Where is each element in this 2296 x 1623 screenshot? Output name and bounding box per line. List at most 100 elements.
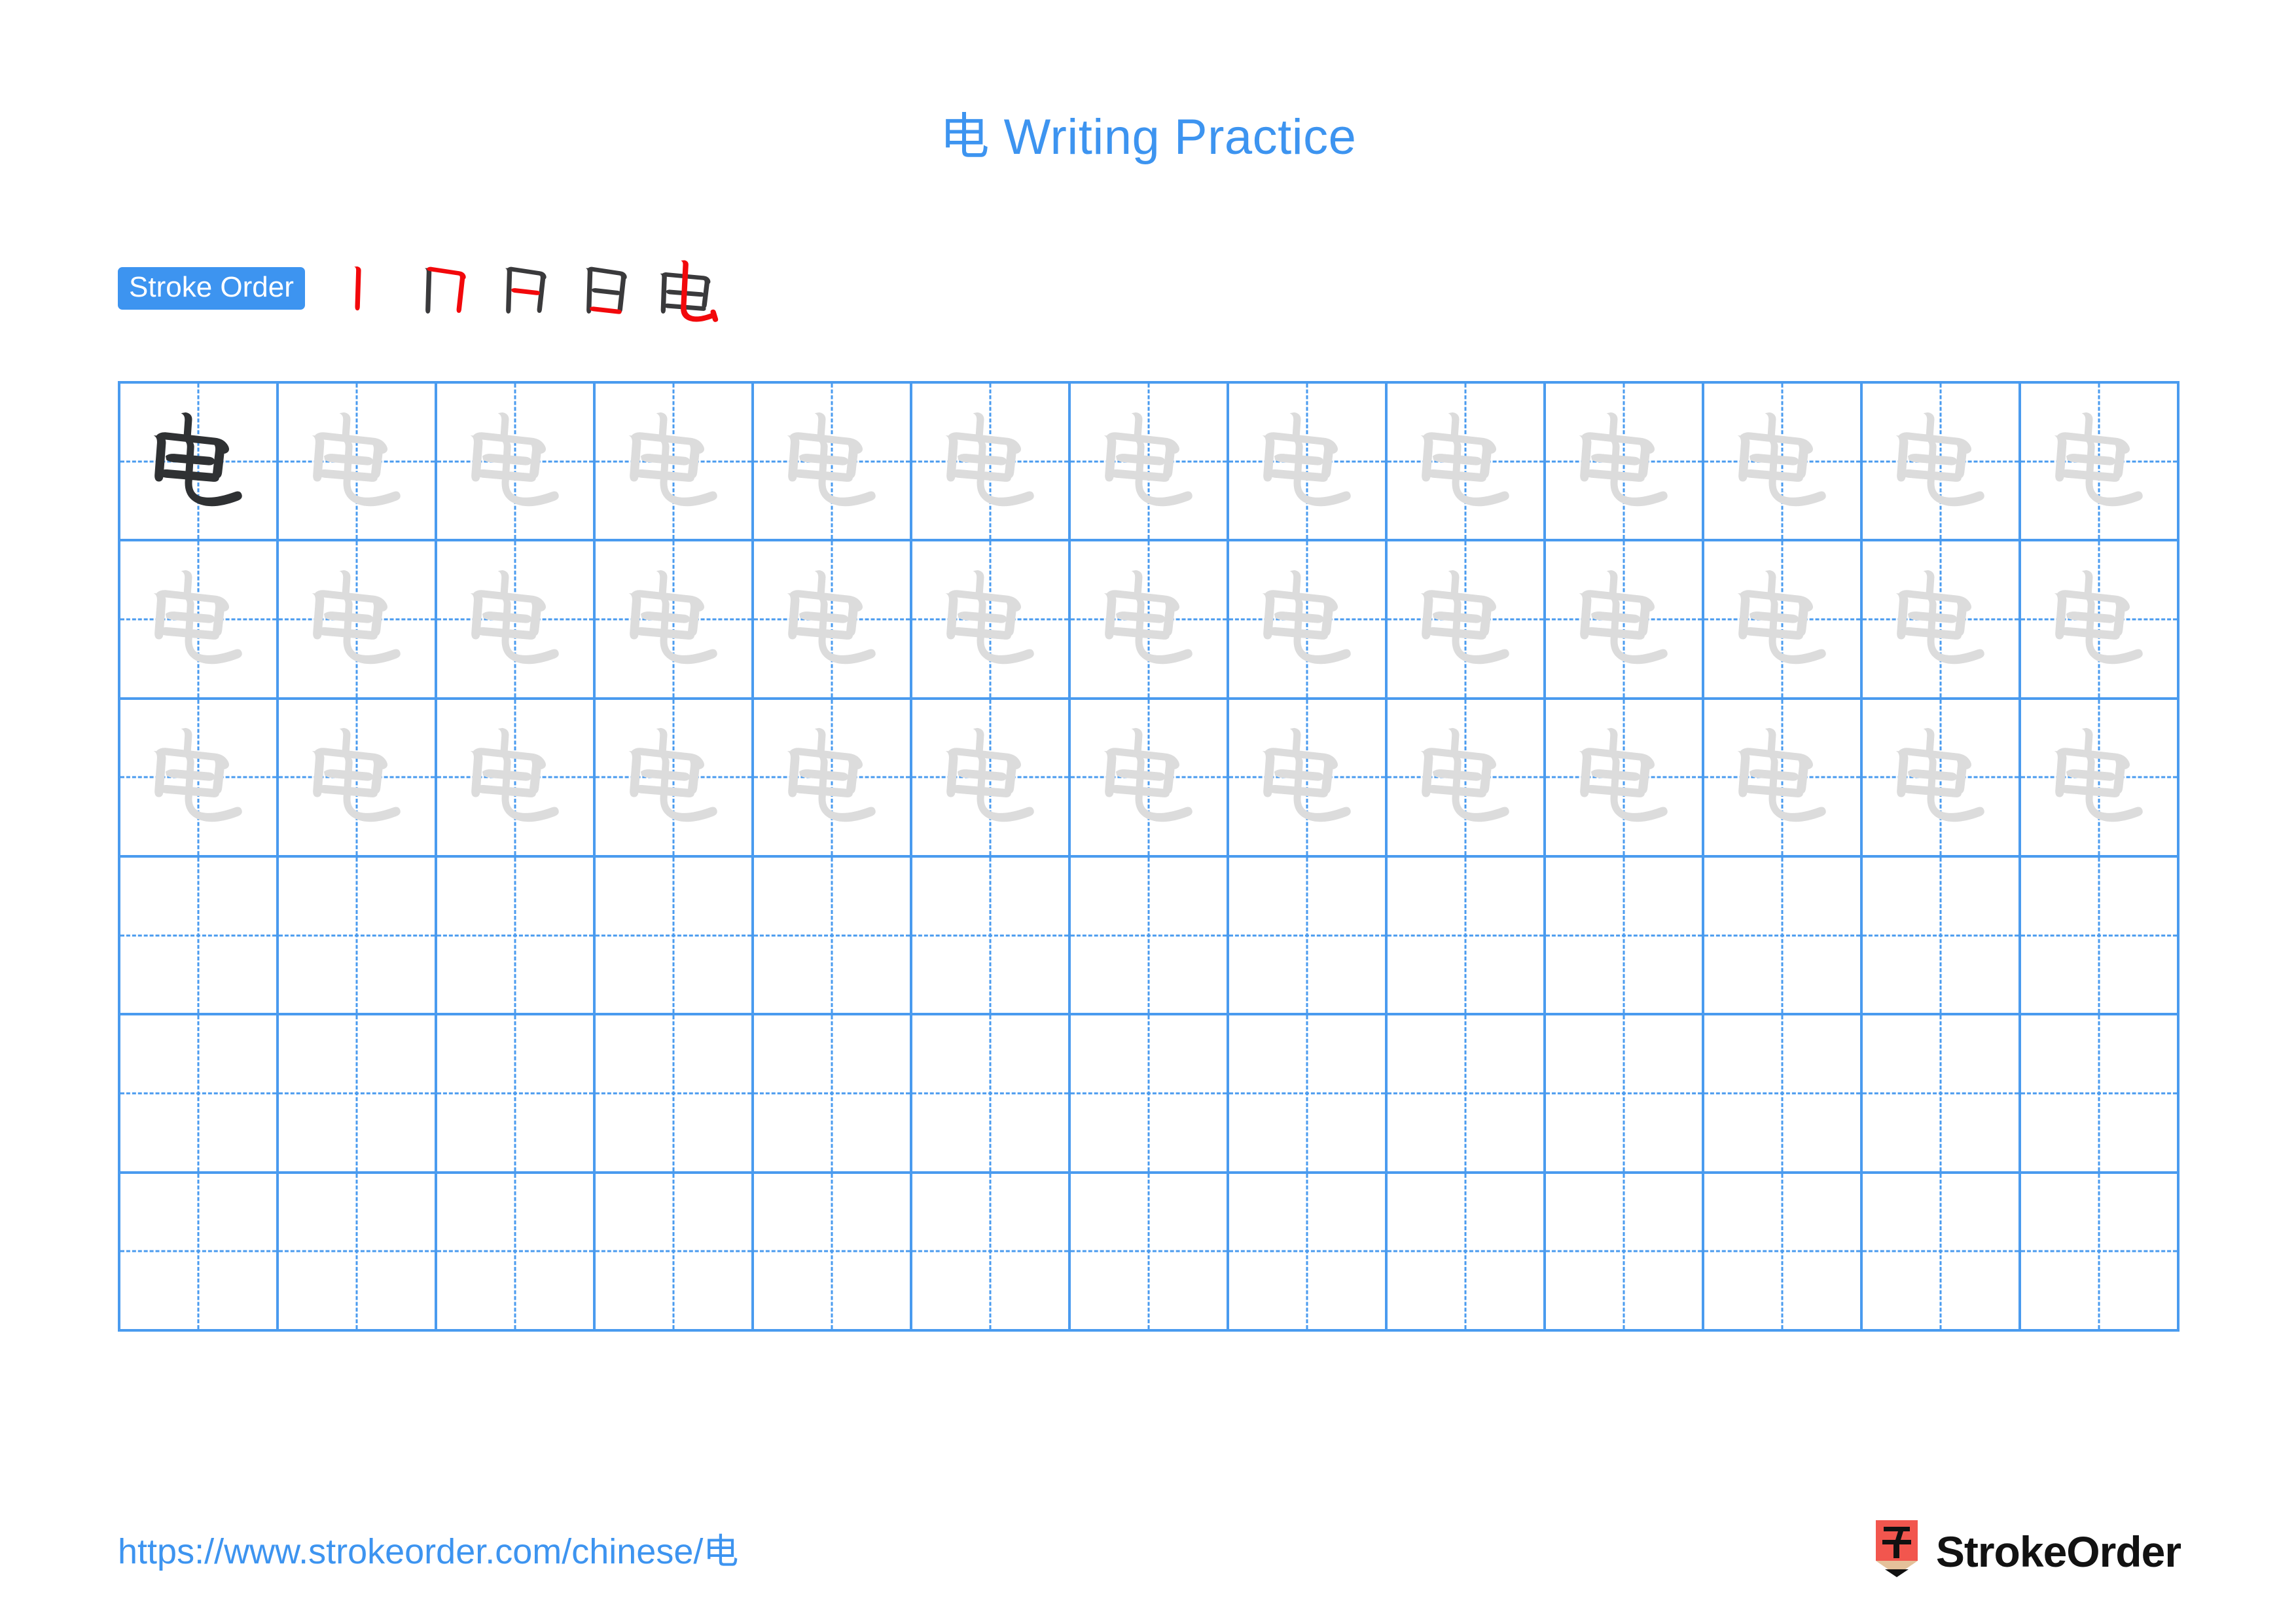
practice-cell[interactable] (754, 1173, 912, 1332)
trace-character (1546, 541, 1702, 697)
stroke-5-new-icon (681, 260, 719, 322)
practice-cell[interactable] (1546, 1173, 1704, 1332)
trace-character (1546, 384, 1702, 539)
practice-cell[interactable] (1863, 384, 2021, 542)
practice-cell[interactable] (120, 857, 279, 1016)
trace-character (1229, 700, 1385, 855)
practice-cell[interactable] (912, 1015, 1071, 1174)
practice-cell[interactable] (120, 541, 279, 700)
practice-cell[interactable] (1229, 1173, 1388, 1332)
trace-character (1863, 384, 2018, 539)
practice-cell[interactable] (1388, 541, 1546, 700)
practice-cell[interactable] (437, 857, 596, 1016)
source-url[interactable]: https://www.strokeorder.com/chinese/电 (118, 1531, 738, 1573)
practice-cell[interactable] (437, 1173, 596, 1332)
trace-character (1704, 541, 1860, 697)
practice-cell[interactable] (1863, 699, 2021, 858)
practice-cell[interactable] (279, 1015, 437, 1174)
stroke-step-2 (406, 249, 484, 327)
practice-cell[interactable] (2021, 1173, 2179, 1332)
practice-cell[interactable] (912, 857, 1071, 1016)
practice-cell[interactable] (1071, 857, 1229, 1016)
practice-cell[interactable] (596, 384, 754, 542)
practice-cell[interactable] (596, 1015, 754, 1174)
practice-cell[interactable] (1704, 1015, 1863, 1174)
practice-cell[interactable] (596, 541, 754, 700)
practice-cell[interactable] (279, 384, 437, 542)
trace-character (1071, 541, 1227, 697)
trace-character (1388, 541, 1543, 697)
practice-cell[interactable] (279, 699, 437, 858)
practice-cell[interactable] (437, 699, 596, 858)
practice-cell[interactable] (754, 1015, 912, 1174)
practice-cell[interactable] (1546, 384, 1704, 542)
practice-cell[interactable] (912, 541, 1071, 700)
practice-cell[interactable] (596, 1173, 754, 1332)
practice-cell[interactable] (1863, 1173, 2021, 1332)
practice-cell[interactable] (1863, 857, 2021, 1016)
practice-cell[interactable] (1071, 1173, 1229, 1332)
practice-cell[interactable] (1546, 1015, 1704, 1174)
practice-cell[interactable] (2021, 857, 2179, 1016)
practice-cell[interactable] (1704, 1173, 1863, 1332)
practice-cell[interactable] (279, 541, 437, 700)
practice-cell[interactable] (1388, 1173, 1546, 1332)
practice-cell[interactable] (2021, 541, 2179, 700)
practice-cell[interactable] (1546, 857, 1704, 1016)
practice-cell[interactable] (912, 699, 1071, 858)
practice-cell[interactable] (912, 384, 1071, 542)
practice-cell[interactable] (1229, 1015, 1388, 1174)
practice-cell[interactable] (754, 699, 912, 858)
trace-character (912, 384, 1068, 539)
practice-cell[interactable] (1071, 699, 1229, 858)
practice-cell[interactable] (1071, 541, 1229, 700)
stroke-2-new-icon (427, 266, 466, 313)
practice-cell[interactable] (1704, 857, 1863, 1016)
practice-cell[interactable] (1229, 384, 1388, 542)
practice-cell[interactable] (1071, 1015, 1229, 1174)
practice-cell[interactable] (754, 541, 912, 700)
practice-cell[interactable] (120, 1015, 279, 1174)
practice-cell[interactable] (120, 1173, 279, 1332)
practice-cell[interactable] (2021, 1015, 2179, 1174)
practice-cell[interactable] (596, 699, 754, 858)
practice-cell[interactable] (437, 541, 596, 700)
practice-cell[interactable] (1863, 1015, 2021, 1174)
practice-cell[interactable] (279, 857, 437, 1016)
practice-cell[interactable] (2021, 699, 2179, 858)
practice-cell[interactable] (596, 857, 754, 1016)
practice-cell[interactable] (437, 384, 596, 542)
stroke-4-old-icon (585, 266, 627, 314)
practice-cell[interactable] (120, 699, 279, 858)
practice-cell[interactable] (1388, 857, 1546, 1016)
practice-cell[interactable] (1229, 857, 1388, 1016)
practice-cell[interactable] (1863, 541, 2021, 700)
practice-cell[interactable] (1704, 699, 1863, 858)
practice-cell[interactable] (437, 1015, 596, 1174)
practice-cell[interactable] (120, 384, 279, 542)
trace-character (1546, 700, 1702, 855)
practice-cell[interactable] (754, 857, 912, 1016)
trace-character (2021, 384, 2177, 539)
practice-cell[interactable] (1704, 384, 1863, 542)
practice-cell[interactable] (912, 1173, 1071, 1332)
practice-cell[interactable] (1229, 541, 1388, 700)
practice-cell[interactable] (1229, 699, 1388, 858)
trace-character (1388, 700, 1543, 855)
practice-cell[interactable] (754, 384, 912, 542)
practice-cell[interactable] (1388, 384, 1546, 542)
trace-character (596, 384, 751, 539)
practice-cell[interactable] (1546, 699, 1704, 858)
practice-cell[interactable] (1388, 1015, 1546, 1174)
practice-cell[interactable] (2021, 384, 2179, 542)
practice-cell[interactable] (1546, 541, 1704, 700)
practice-cell[interactable] (1704, 541, 1863, 700)
stroke-step-4 (567, 249, 645, 327)
stroke-3-new-icon (511, 288, 540, 295)
practice-cell[interactable] (1071, 384, 1229, 542)
trace-character (1704, 700, 1860, 855)
brand-logo: StrokeOrder (1872, 1519, 2181, 1584)
trace-character (1388, 384, 1543, 539)
practice-cell[interactable] (279, 1173, 437, 1332)
practice-cell[interactable] (1388, 699, 1546, 858)
